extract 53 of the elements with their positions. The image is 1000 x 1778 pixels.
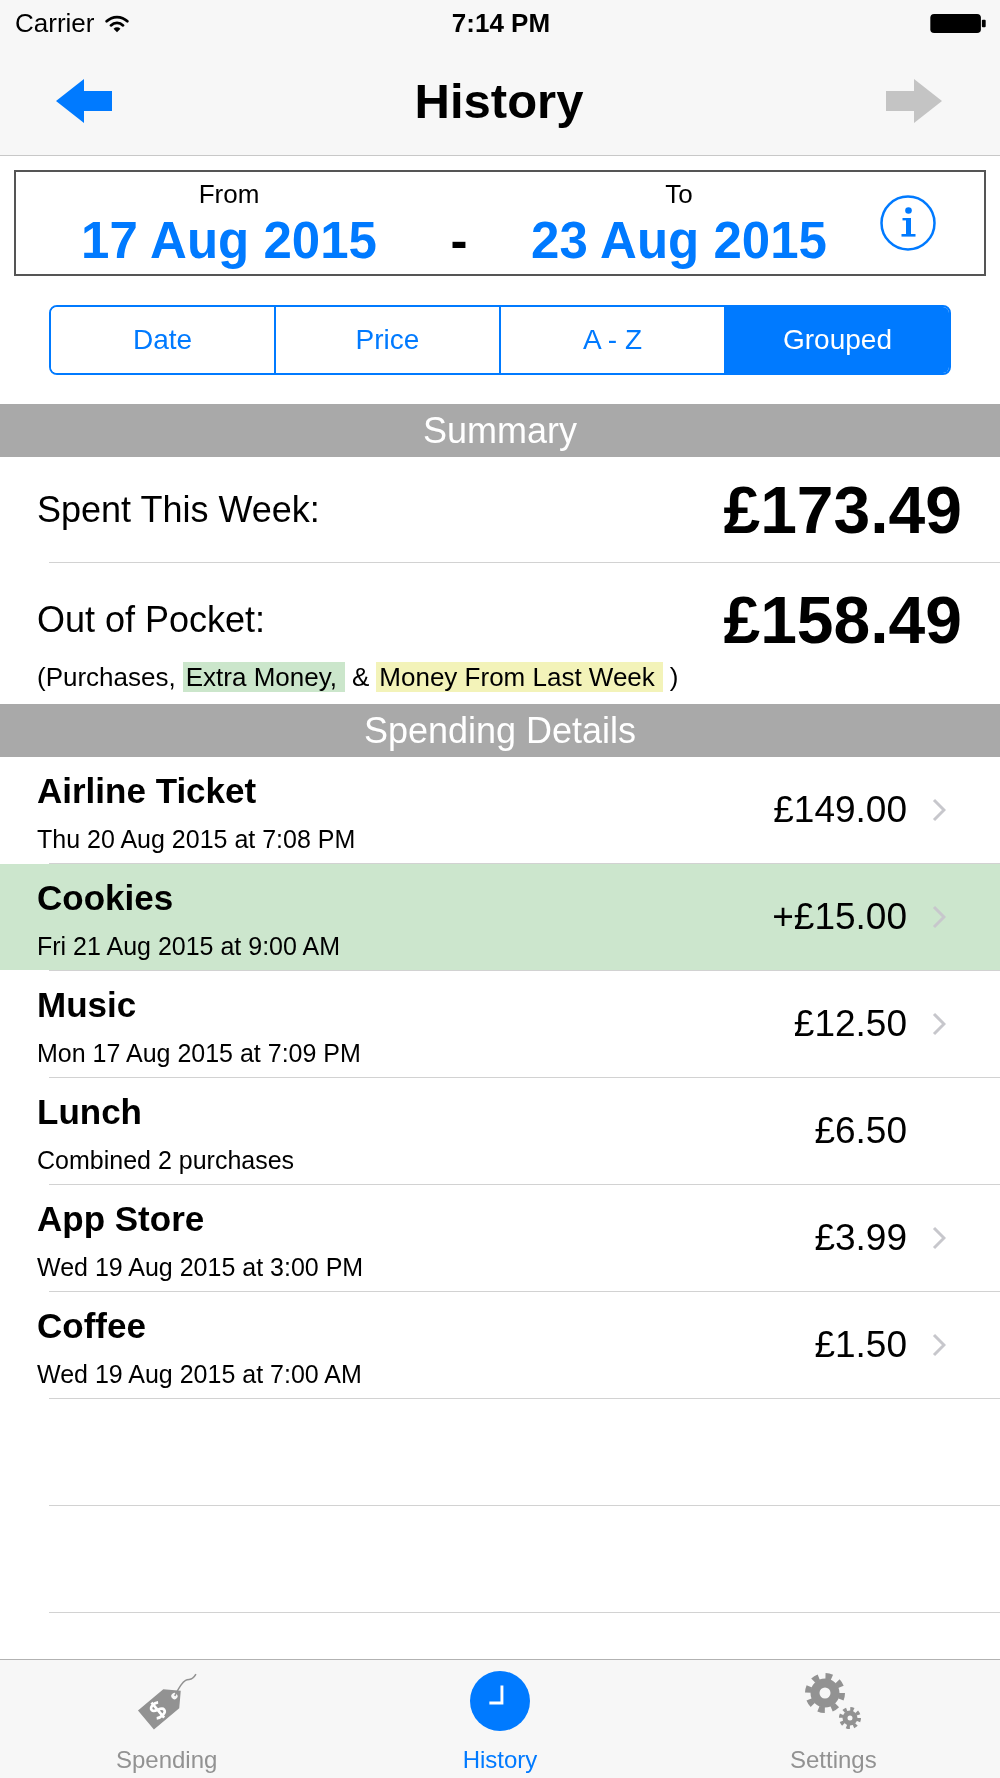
date-separator: - [450,212,468,271]
price-tag-icon [135,1671,198,1731]
item-title: Cookies [37,878,175,918]
legend-text: & [352,662,370,692]
item-amount: £1.50 [814,1324,907,1366]
item-amount: £6.50 [814,1110,907,1152]
chevron-icon [932,1226,946,1250]
chevron-icon [932,798,946,822]
back-arrow-icon[interactable] [56,79,112,123]
item-title: Airline Ticket [37,771,258,811]
item-subtitle: Combined 2 purchases [37,1145,296,1175]
legend-highlight: Extra Money, [182,662,345,692]
item-amount: £12.50 [793,1003,907,1045]
item-subtitle: Wed 19 Aug 2015 at 3:00 PM [37,1252,365,1282]
item-subtitle: Mon 17 Aug 2015 at 7:09 PM [37,1038,362,1068]
legend-highlight: Money From Last Week [376,662,663,692]
screen-title: History [414,73,584,129]
chevron-icon [932,1333,946,1357]
gears-icon [804,1671,863,1731]
info-icon[interactable] [880,195,936,251]
legend-text: ) [669,662,679,692]
summary-amount: £158.49 [723,582,962,658]
tab-bar-item[interactable]: Spending [0,1660,334,1778]
item-amount: +£15.00 [772,896,907,938]
to-date[interactable]: 23 Aug 2015 [531,212,827,270]
section-header: Summary [0,404,1000,457]
status-time: 7:14 PM [451,8,551,39]
item-amount: £149.00 [773,789,907,831]
chevron-icon [932,1012,946,1036]
item-amount: £3.99 [814,1217,907,1259]
wifi-icon [104,14,131,33]
tab-bar-item[interactable]: Settings [666,1660,1000,1778]
from-label: From [198,178,260,211]
item-subtitle: Wed 19 Aug 2015 at 7:00 AM [37,1359,363,1389]
tab-bar-item[interactable]: History [333,1660,667,1778]
item-title: Coffee [37,1306,147,1346]
chevron-icon [932,905,946,929]
legend-text: (Purchases, [37,662,176,692]
carrier-name: Carrier [15,8,95,39]
sort-option[interactable]: Grouped [724,307,949,373]
clock-icon [469,1671,531,1731]
battery-icon [929,13,987,34]
item-subtitle: Fri 21 Aug 2015 at 9:00 AM [37,931,341,961]
summary-amount: £173.49 [723,471,962,548]
to-label: To [665,178,693,211]
summary-label: Out of Pocket: [37,599,266,641]
summary-label: Spent This Week: [37,488,320,531]
item-title: Music [37,985,138,1025]
item-title: Lunch [37,1092,143,1132]
from-date[interactable]: 17 Aug 2015 [81,212,377,270]
item-title: App Store [37,1199,206,1239]
item-subtitle: Thu 20 Aug 2015 at 7:08 PM [37,824,357,854]
section-header: Spending Details [0,704,1000,757]
